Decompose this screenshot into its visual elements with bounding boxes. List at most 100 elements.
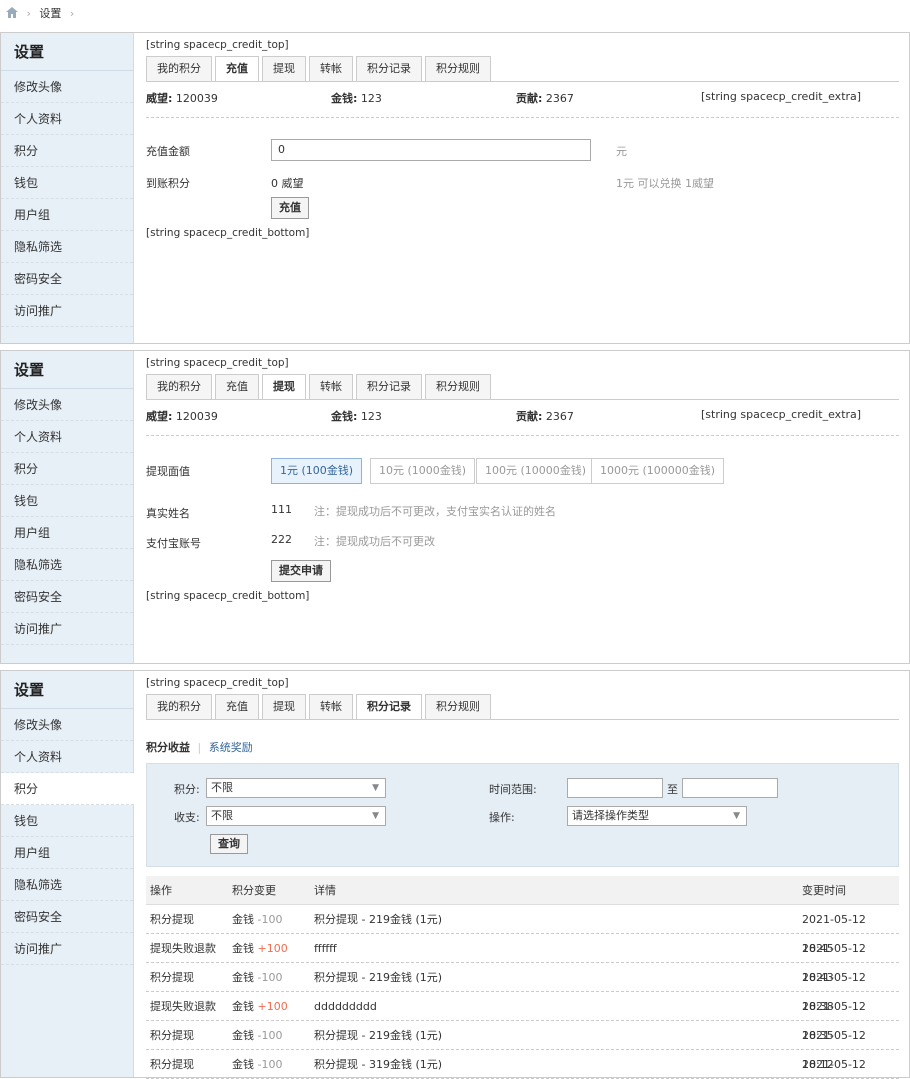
sidebar: 设置 修改头像 个人资料 积分 钱包 用户组 隐私筛选 密码安全 访问推广	[1, 351, 134, 663]
row-delta: -100	[257, 971, 283, 984]
jinqian-value: 123	[360, 410, 382, 423]
subtab-income[interactable]: 积分收益	[146, 741, 190, 754]
row-op: 提现失败退款	[150, 942, 216, 955]
sidebar-item-wallet[interactable]: 钱包	[1, 167, 133, 199]
sidebar-item-privacy[interactable]: 隐私筛选	[1, 869, 133, 901]
hook-bottom: [string spacecp_credit_bottom]	[146, 227, 310, 239]
face-option-1[interactable]: 1元 (100金钱)	[271, 458, 363, 484]
subtab-reward[interactable]: 系统奖励	[209, 741, 253, 754]
face-option-100[interactable]: 100元 (10000金钱)	[476, 458, 596, 484]
io-select[interactable]: 不限 ▼	[206, 806, 386, 826]
sidebar-item-promotion[interactable]: 访问推广	[1, 933, 133, 965]
tab-bar: 我的积分 充值 提现 转帐 积分记录 积分规则	[146, 374, 494, 400]
sidebar-item-password[interactable]: 密码安全	[1, 263, 133, 295]
op-filter-label: 操作:	[489, 811, 515, 824]
sidebar-item-usergroup[interactable]: 用户组	[1, 837, 133, 869]
row-credit: 金钱 +100	[232, 992, 288, 1021]
table-row: 提现失败退款 金钱 +100 ddddddddd 2021-05-12 18:35	[146, 992, 899, 1042]
name-value[interactable]: 111	[271, 503, 292, 516]
credit-select-value: 不限	[211, 781, 233, 794]
op-select[interactable]: 请选择操作类型 ▼	[567, 806, 747, 826]
rate-text: 1元 可以兑换 1威望	[616, 177, 714, 190]
credit-summary: 威望: 120039 金钱: 123 贡献: 2367 [string spac…	[146, 408, 899, 428]
tab-recharge[interactable]: 充值	[215, 56, 259, 82]
tab-log[interactable]: 积分记录	[356, 56, 422, 82]
sidebar-item-password[interactable]: 密码安全	[1, 901, 133, 933]
tab-log[interactable]: 积分记录	[356, 694, 422, 720]
row-credit-name: 金钱	[232, 942, 254, 955]
tab-line	[146, 719, 899, 720]
table-row: 积分提现 金钱 -100 积分提现 - 219金钱 (1元) 2021-05-12 1…	[146, 905, 899, 955]
sidebar-item-usergroup[interactable]: 用户组	[1, 517, 133, 549]
row-delta: -100	[257, 913, 283, 926]
sidebar-item-avatar[interactable]: 修改头像	[1, 71, 133, 103]
end-date-input[interactable]	[682, 778, 778, 798]
credit-select[interactable]: 不限 ▼	[206, 778, 386, 798]
row-credit-name: 金钱	[232, 971, 254, 984]
sidebar-item-promotion[interactable]: 访问推广	[1, 613, 133, 645]
row-detail: 积分提现 - 319金钱 (1元)	[314, 1058, 443, 1071]
tab-my-credit[interactable]: 我的积分	[146, 374, 212, 400]
tab-my-credit[interactable]: 我的积分	[146, 56, 212, 82]
tab-rules[interactable]: 积分规则	[425, 56, 491, 82]
tab-bar: 我的积分 充值 提现 转帐 积分记录 积分规则	[146, 694, 494, 720]
row-delta: +100	[257, 1000, 288, 1013]
sidebar-item-profile[interactable]: 个人资料	[1, 103, 133, 135]
breadcrumb-current[interactable]: 设置	[39, 7, 61, 20]
tab-transfer[interactable]: 转帐	[309, 694, 353, 720]
arrive-label: 到账积分	[146, 177, 190, 190]
query-button[interactable]: 查询	[210, 834, 248, 854]
face-option-1000[interactable]: 1000元 (100000金钱)	[591, 458, 725, 484]
tab-withdraw[interactable]: 提现	[262, 374, 306, 400]
filter-box: 积分: 不限 ▼ 收支: 不限 ▼ 时间范围: 至 操作: 请选择操作类型 ▼ 查询	[146, 763, 899, 867]
face-option-10[interactable]: 10元 (1000金钱)	[370, 458, 476, 484]
sidebar-item-profile[interactable]: 个人资料	[1, 421, 133, 453]
hook-top: [string spacecp_credit_top]	[146, 677, 289, 689]
sidebar-item-privacy[interactable]: 隐私筛选	[1, 549, 133, 581]
tab-transfer[interactable]: 转帐	[309, 374, 353, 400]
home-icon[interactable]	[6, 7, 18, 18]
amount-unit: 元	[616, 145, 627, 158]
tab-withdraw[interactable]: 提现	[262, 694, 306, 720]
tab-recharge[interactable]: 充值	[215, 374, 259, 400]
sidebar-item-usergroup[interactable]: 用户组	[1, 199, 133, 231]
sidebar-item-avatar[interactable]: 修改头像	[1, 709, 133, 741]
face-label: 提现面值	[146, 465, 190, 478]
sidebar-item-wallet[interactable]: 钱包	[1, 485, 133, 517]
tab-log[interactable]: 积分记录	[356, 374, 422, 400]
tab-my-credit[interactable]: 我的积分	[146, 694, 212, 720]
row-detail: 积分提现 - 219金钱 (1元)	[314, 913, 443, 926]
sidebar-item-password[interactable]: 密码安全	[1, 581, 133, 613]
tab-recharge[interactable]: 充值	[215, 694, 259, 720]
recharge-button[interactable]: 充值	[271, 197, 309, 219]
sidebar-item-credit[interactable]: 积分	[1, 135, 133, 167]
alipay-label: 支付宝账号	[146, 537, 201, 550]
name-label: 真实姓名	[146, 507, 190, 520]
tab-rules[interactable]: 积分规则	[425, 694, 491, 720]
row-credit-name: 金钱	[232, 1058, 254, 1071]
sidebar-item-avatar[interactable]: 修改头像	[1, 389, 133, 421]
submit-withdraw-button[interactable]: 提交申请	[271, 560, 331, 582]
tab-withdraw[interactable]: 提现	[262, 56, 306, 82]
sidebar-item-wallet[interactable]: 钱包	[1, 805, 133, 837]
credit-filter-label: 积分:	[174, 783, 200, 796]
col-detail: 详情	[314, 884, 336, 897]
row-detail: 积分提现 - 219金钱 (1元)	[314, 971, 443, 984]
gongxian-value: 2367	[545, 410, 574, 423]
sidebar-item-privacy[interactable]: 隐私筛选	[1, 231, 133, 263]
alipay-value[interactable]: 222	[271, 533, 292, 546]
subtab-sep: |	[197, 741, 202, 754]
sidebar: 设置 修改头像 个人资料 积分 钱包 用户组 隐私筛选 密码安全 访问推广	[1, 33, 134, 343]
sidebar-item-credit[interactable]: 积分	[1, 773, 134, 805]
sidebar-item-promotion[interactable]: 访问推广	[1, 295, 133, 327]
withdraw-panel: 设置 修改头像 个人资料 积分 钱包 用户组 隐私筛选 密码安全 访问推广 [s…	[0, 350, 910, 664]
row-credit-name: 金钱	[232, 913, 254, 926]
start-date-input[interactable]	[567, 778, 663, 798]
divider	[146, 117, 899, 118]
table-row: 积分提现 金钱 -100 积分提现 - 219金钱 (1元) 2021-05-12 1…	[146, 963, 899, 1013]
amount-input[interactable]: 0	[271, 139, 591, 161]
tab-transfer[interactable]: 转帐	[309, 56, 353, 82]
sidebar-item-credit[interactable]: 积分	[1, 453, 133, 485]
tab-rules[interactable]: 积分规则	[425, 374, 491, 400]
sidebar-item-profile[interactable]: 个人资料	[1, 741, 133, 773]
